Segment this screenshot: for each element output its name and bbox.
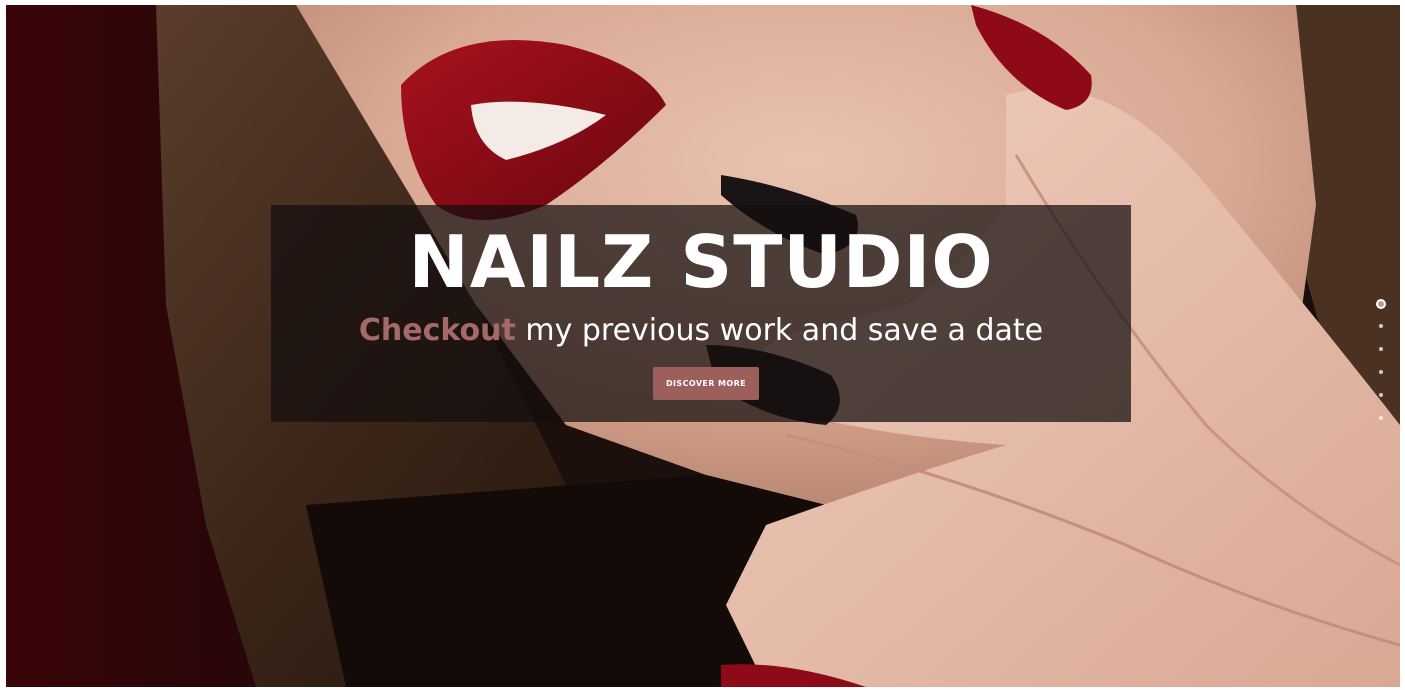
- slider-dot-4[interactable]: [1379, 370, 1383, 374]
- tagline-accent-word: Checkout: [358, 313, 516, 348]
- slider-dot-1[interactable]: [1376, 299, 1386, 309]
- discover-more-button[interactable]: DISCOVER MORE: [653, 367, 759, 400]
- slider-dot-3[interactable]: [1379, 347, 1383, 351]
- slider-dot-2[interactable]: [1379, 324, 1383, 328]
- tagline-text: my previous work and save a date: [515, 313, 1044, 348]
- hero-tagline: Checkout my previous work and save a dat…: [271, 312, 1131, 350]
- slider-dot-6[interactable]: [1379, 416, 1383, 420]
- hero-title: NAILZ STUDIO: [408, 220, 994, 304]
- hero-section: NAILZ STUDIO Checkout my previous work a…: [6, 5, 1400, 687]
- slider-pagination: [1376, 299, 1386, 439]
- hero-caption-overlay: NAILZ STUDIO Checkout my previous work a…: [271, 205, 1131, 422]
- slider-dot-5[interactable]: [1379, 393, 1383, 397]
